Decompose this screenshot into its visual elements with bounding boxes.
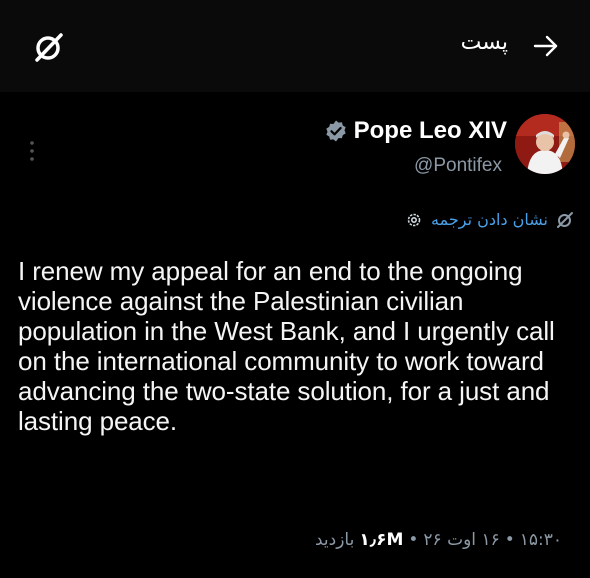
top-bar: پست bbox=[0, 0, 590, 92]
translate-row: نشان دادن ترجمه bbox=[405, 210, 574, 229]
author-handle[interactable]: @Pontifex bbox=[414, 155, 502, 177]
post-metadata: ۱۵:۳۰ • ۱۶ اوت ۲۶ • ۱٫۶M بازدید bbox=[315, 530, 562, 550]
gear-icon[interactable] bbox=[405, 211, 423, 229]
page-title: پست bbox=[460, 30, 508, 55]
separator: • bbox=[408, 530, 419, 550]
show-translation-link[interactable]: نشان دادن ترجمه bbox=[431, 210, 548, 229]
grok-logo-icon bbox=[557, 211, 573, 228]
views-label: بازدید bbox=[315, 530, 355, 550]
post-text: I renew my appeal for an end to the ongo… bbox=[18, 256, 555, 436]
more-options-icon[interactable] bbox=[28, 140, 36, 162]
post-date: ۱۶ اوت ۲۶ bbox=[423, 530, 500, 550]
author-row: Pope Leo XIV bbox=[324, 117, 507, 145]
grok-logo-icon[interactable] bbox=[32, 30, 66, 64]
verified-badge-icon bbox=[325, 120, 346, 142]
avatar[interactable] bbox=[515, 114, 575, 174]
author-name[interactable]: Pope Leo XIV bbox=[354, 117, 507, 145]
post-time: ۱۵:۳۰ bbox=[519, 530, 562, 550]
separator: • bbox=[504, 530, 515, 550]
back-arrow-icon[interactable] bbox=[532, 32, 560, 60]
views-count[interactable]: ۱٫۶M bbox=[359, 530, 403, 550]
